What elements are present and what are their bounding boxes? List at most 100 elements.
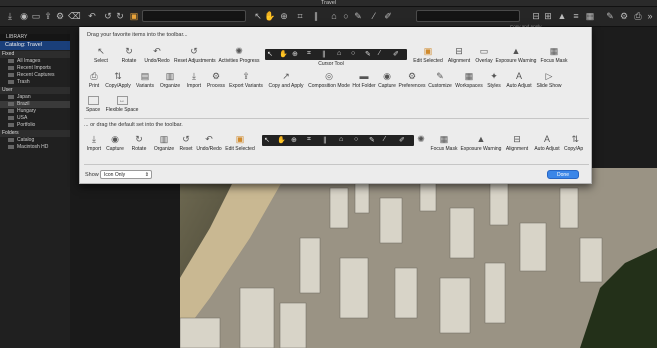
photo-viewer[interactable]	[180, 168, 657, 348]
folder-icon	[8, 101, 14, 106]
copy-and-apply-icon: ↗	[282, 71, 290, 81]
focus-mask-icon: ▦	[549, 46, 559, 56]
edit-selected-icon[interactable]: ▣	[128, 10, 140, 22]
item-variants[interactable]: ▤ Variants	[134, 72, 156, 90]
album-japan[interactable]: Japan	[0, 94, 70, 101]
album-brazil[interactable]: Brazil	[0, 101, 70, 108]
item-undo-redo[interactable]: ↶ Undo/Redo	[143, 47, 171, 65]
export-icon[interactable]: ⇪	[42, 10, 54, 22]
folder-icon	[8, 122, 14, 127]
item-workspaces[interactable]: ▦ Workspaces	[454, 72, 484, 90]
item-copy-and-apply[interactable]: ↗ Copy and Apply	[266, 71, 306, 90]
item-flexible-space[interactable]: ↔ Flexible Space	[104, 96, 140, 113]
item-reset-adjustments[interactable]: ↺ Reset Adjustments	[174, 46, 216, 65]
trash-icon[interactable]: ⌫	[68, 10, 81, 22]
pan-tool-icon[interactable]: ✋	[264, 10, 276, 22]
item-export-variants[interactable]: ⇪ Export Variants	[228, 72, 264, 90]
show-select[interactable]: Icon Only ⇕	[100, 170, 152, 179]
album-portfolio[interactable]: Portfolio	[0, 122, 70, 129]
album-recent-imports[interactable]: Recent Imports	[0, 65, 70, 72]
warning-icon: ▲	[476, 134, 486, 144]
item-overlay[interactable]: ▭ Overlay	[473, 47, 495, 65]
select-tool-icon[interactable]: ↖	[252, 10, 264, 22]
layout-icon[interactable]: ⊟	[530, 10, 542, 22]
brush-icon: ✐	[399, 137, 405, 144]
pen-icon[interactable]: ✎	[604, 10, 616, 22]
process-icon[interactable]: ⚙	[54, 10, 66, 22]
folder-catalog[interactable]: Catalog	[0, 137, 70, 144]
section-fixed[interactable]: Fixed	[0, 51, 70, 58]
item-slide-show[interactable]: ▷ Slide Show	[536, 71, 562, 90]
item-preferences[interactable]: ⚙ Preferences	[398, 72, 426, 90]
folder-icon	[8, 115, 14, 120]
section-user[interactable]: User	[0, 87, 70, 94]
folder-icon[interactable]: ▭	[30, 10, 42, 22]
album-trash[interactable]: Trash	[0, 79, 70, 86]
item-focus-mask[interactable]: ▦ Focus Mask	[539, 46, 569, 65]
item-capture[interactable]: ◉ Capture	[377, 72, 397, 90]
picker-icon: ⁄	[379, 50, 381, 57]
item-copy-apply[interactable]: ⇅ Copy/Apply	[103, 72, 133, 90]
straighten-tool-icon[interactable]: ∥	[310, 10, 322, 22]
album-recent-captures[interactable]: Recent Captures	[0, 72, 70, 79]
item-alignment[interactable]: ⊟ Alignment	[446, 47, 472, 65]
mask-tool-icon[interactable]: ○	[340, 10, 352, 22]
print-icon[interactable]: ⎙	[632, 10, 644, 22]
brush-icon[interactable]: ✐	[382, 10, 394, 22]
item-edit-selected[interactable]: ▣ Edit Selected	[412, 47, 444, 65]
copy-apply-field[interactable]	[416, 10, 520, 22]
camera-icon: ◉	[111, 134, 119, 144]
item-import[interactable]: ⤓ Import	[183, 72, 205, 90]
album-hungary[interactable]: Hungary	[0, 108, 70, 115]
item-customize[interactable]: ✎ Customize	[427, 72, 453, 90]
warning-icon[interactable]: ▲	[556, 10, 568, 22]
draw-mask-icon[interactable]: ✎	[352, 10, 364, 22]
disk-icon	[8, 144, 14, 149]
focus-mask-icon[interactable]: ▦	[584, 10, 596, 22]
cursor-tool-group[interactable]: ↖ ✋ ⊕ ⌗ ∥ ⌂ ○ ✎ ⁄ ✐	[265, 49, 407, 60]
item-styles[interactable]: ✦ Styles	[485, 72, 503, 90]
item-select[interactable]: ↖ Select	[90, 47, 112, 65]
rotate-icon: ↻	[125, 46, 133, 56]
album-usa[interactable]: USA	[0, 115, 70, 122]
auto-adjust-icon: A	[543, 134, 550, 144]
done-button[interactable]: Done	[547, 170, 579, 179]
item-composition-mode[interactable]: ◎ Composition Mode	[307, 72, 351, 90]
default-toolbar-set[interactable]: ⤓ Import ◉ Capture ↻ Rotate ▥ Organize ↺ Rese…	[84, 133, 590, 155]
item-exposure-warning[interactable]: ▲ Exposure Warning	[495, 47, 537, 65]
item-rotate[interactable]: ↻ Rotate	[118, 46, 140, 65]
list-icon[interactable]: ≡	[570, 10, 582, 22]
settings-icon[interactable]: ⚙	[618, 10, 630, 22]
item-auto-adjust[interactable]: A Auto Adjust	[504, 72, 534, 90]
import-icon[interactable]: ⤓	[4, 10, 16, 22]
slideshow-icon: ▷	[545, 71, 553, 81]
crop-tool-icon: ⌗	[307, 136, 311, 143]
section-folders[interactable]: Folders	[0, 130, 70, 137]
main-toolbar: ⤓ ◉ ▭ ⇪ ⚙ ⌫ ↶ ↺ ↻ ▣ ↖ ✋ ⊕ ⌗ ∥ ⌂ ○ ✎ ⁄ ✐ …	[0, 7, 657, 29]
zoom-tool-icon: ⊕	[292, 51, 298, 58]
item-activities-progress[interactable]: ✺ Activities Progress	[218, 47, 260, 65]
undo-icon[interactable]: ↶	[86, 10, 98, 22]
zoom-tool-icon[interactable]: ⊕	[278, 10, 290, 22]
keystone-tool-icon[interactable]: ⌂	[328, 10, 340, 22]
item-print[interactable]: ⎙ Print	[86, 72, 102, 90]
rotate-left-icon[interactable]: ↺	[102, 10, 114, 22]
trash-icon	[8, 79, 14, 84]
alignment-icon: ⊟	[513, 134, 521, 144]
default-activities: ✺	[414, 135, 428, 146]
picker-icon[interactable]: ⁄	[368, 10, 380, 22]
catalog-name[interactable]: Catalog: Travel	[0, 41, 70, 50]
camera-icon[interactable]: ◉	[18, 10, 30, 22]
folder-macintosh-hd[interactable]: Macintosh HD	[0, 144, 70, 151]
item-space[interactable]: Space	[86, 96, 100, 113]
rotate-right-icon[interactable]: ↻	[114, 10, 126, 22]
album-all-images[interactable]: All Images	[0, 58, 70, 65]
item-organize[interactable]: ▥ Organize	[158, 72, 182, 90]
item-process[interactable]: ⚙ Process	[205, 72, 227, 90]
grid-icon[interactable]: ⊞	[542, 10, 554, 22]
overflow-icon[interactable]: »	[644, 10, 656, 22]
chevron-updown-icon: ⇕	[144, 172, 149, 178]
crop-tool-icon[interactable]: ⌗	[294, 10, 306, 22]
item-hot-folder[interactable]: ▬ Hot Folder	[352, 72, 376, 90]
reset-icon: ↺	[190, 46, 198, 56]
